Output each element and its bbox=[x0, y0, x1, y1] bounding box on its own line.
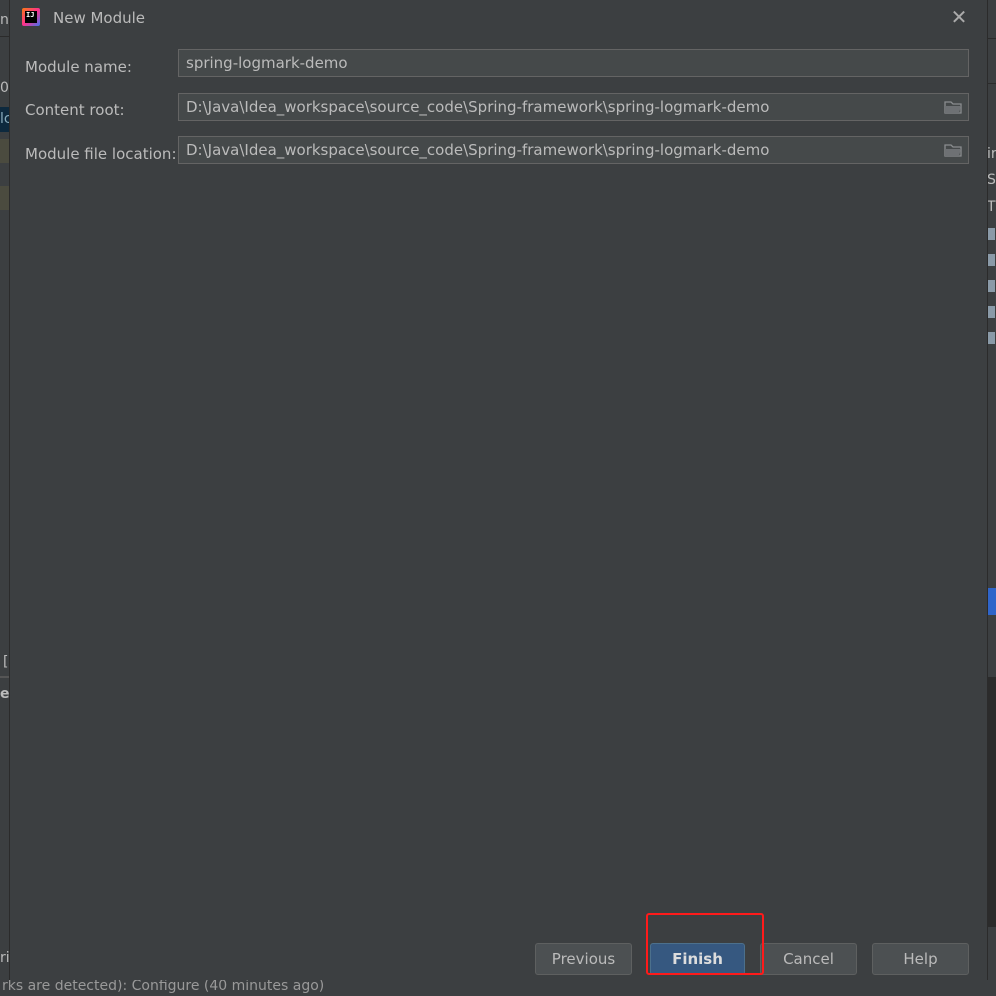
background-highlight-row bbox=[0, 186, 9, 210]
app-icon: IJ bbox=[22, 8, 40, 26]
module-file-location-value: D:\Java\Idea_workspace\source_code\Sprin… bbox=[186, 141, 770, 159]
folder-icon bbox=[987, 280, 995, 292]
background-fragment: e bbox=[0, 686, 9, 702]
module-file-location-label: Module file location: bbox=[25, 145, 177, 163]
module-name-field[interactable]: spring-logmark-demo bbox=[178, 49, 969, 77]
content-root-value: D:\Java\Idea_workspace\source_code\Sprin… bbox=[186, 98, 770, 116]
background-highlight-row bbox=[0, 139, 9, 163]
module-name-label: Module name: bbox=[25, 58, 132, 76]
folder-icon bbox=[987, 306, 995, 318]
background-fragment: 0 bbox=[0, 80, 9, 96]
content-root-label: Content root: bbox=[25, 101, 125, 119]
background-fragment: ri bbox=[0, 950, 9, 966]
cancel-button[interactable]: Cancel bbox=[760, 943, 857, 975]
help-button[interactable]: Help bbox=[872, 943, 969, 975]
module-file-location-field[interactable]: D:\Java\Idea_workspace\source_code\Sprin… bbox=[178, 136, 969, 164]
close-icon[interactable]: ✕ bbox=[948, 6, 970, 28]
background-fragment: ir bbox=[987, 146, 996, 162]
background-fragment: S bbox=[987, 172, 996, 188]
finish-highlight-box bbox=[646, 913, 764, 975]
module-name-value: spring-logmark-demo bbox=[186, 54, 348, 72]
folder-icon[interactable] bbox=[944, 143, 962, 157]
content-root-field[interactable]: D:\Java\Idea_workspace\source_code\Sprin… bbox=[178, 93, 969, 121]
background-fragment: T bbox=[987, 199, 996, 215]
new-module-dialog: IJ New Module ✕ Module name: spring-logm… bbox=[9, 0, 988, 980]
app-icon-text: IJ bbox=[26, 11, 35, 19]
folder-icon bbox=[987, 228, 995, 240]
background-fragment: ne bbox=[0, 12, 9, 28]
background-left-panel: ne 0 lc [ e ri bbox=[0, 0, 9, 996]
folder-icon bbox=[987, 254, 995, 266]
dialog-title-bar: IJ New Module ✕ bbox=[10, 0, 987, 36]
dialog-title: New Module bbox=[53, 9, 146, 27]
previous-button[interactable]: Previous bbox=[535, 943, 632, 975]
folder-icon bbox=[987, 332, 995, 344]
background-divider bbox=[0, 676, 9, 678]
background-fragment: lc bbox=[0, 111, 9, 127]
status-line-text: rks are detected): Configure (40 minutes… bbox=[2, 978, 325, 994]
folder-icon[interactable] bbox=[944, 100, 962, 114]
